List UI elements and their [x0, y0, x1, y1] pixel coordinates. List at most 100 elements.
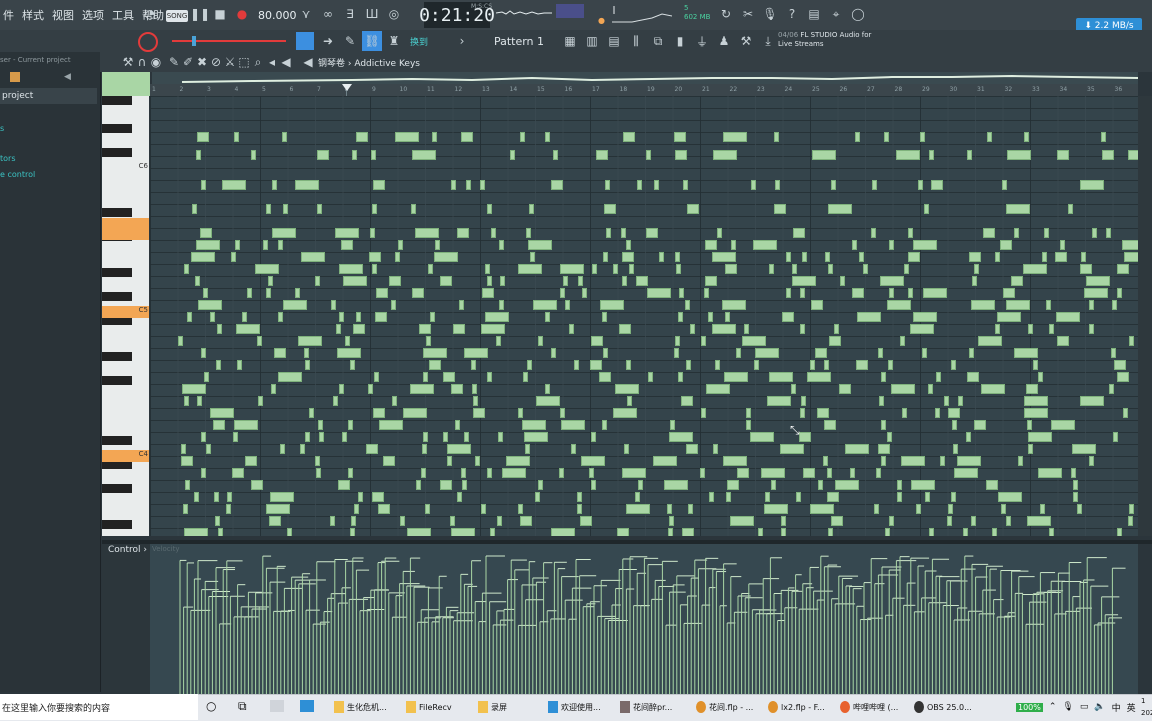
note-block[interactable]: [272, 180, 277, 190]
chat-icon[interactable]: ◯: [848, 4, 868, 24]
note-block[interactable]: [782, 312, 794, 322]
note-block[interactable]: [1089, 300, 1094, 310]
save-icon[interactable]: ▤: [804, 4, 824, 24]
note-block[interactable]: [330, 516, 335, 526]
taskbar-search-input[interactable]: 在这里输入你要搜索的内容: [0, 694, 198, 720]
note-block[interactable]: [793, 228, 805, 238]
note-block[interactable]: [234, 132, 239, 142]
note-block[interactable]: [888, 360, 893, 370]
note-block[interactable]: [581, 456, 605, 466]
note-block[interactable]: [358, 492, 363, 502]
note-block[interactable]: [510, 150, 515, 160]
note-block[interactable]: [1002, 180, 1007, 190]
step-edit-icon[interactable]: ∃: [340, 4, 360, 24]
note-block[interactable]: [604, 204, 616, 214]
note-block[interactable]: [874, 504, 879, 514]
note-block[interactable]: [348, 420, 353, 430]
note-block[interactable]: [216, 360, 221, 370]
note-block[interactable]: [335, 228, 359, 238]
note-block[interactable]: [771, 480, 776, 490]
note-block[interactable]: [969, 252, 981, 262]
note-block[interactable]: [828, 528, 833, 536]
note-block[interactable]: [383, 456, 395, 466]
note-block[interactable]: [744, 324, 749, 334]
note-block[interactable]: [953, 444, 958, 454]
note-block[interactable]: [214, 492, 219, 502]
note-block[interactable]: [700, 468, 705, 478]
note-block[interactable]: [338, 480, 350, 490]
note-block[interactable]: [375, 312, 387, 322]
note-block[interactable]: [638, 480, 643, 490]
note-block[interactable]: [545, 384, 550, 394]
note-block[interactable]: [706, 384, 730, 394]
note-block[interactable]: [527, 360, 532, 370]
note-block[interactable]: [839, 384, 851, 394]
note-block[interactable]: [487, 468, 492, 478]
playlist-view-icon[interactable]: [296, 32, 314, 50]
note-block[interactable]: [685, 300, 690, 310]
note-block[interactable]: [222, 180, 246, 190]
plugin-picker-icon[interactable]: ▮: [670, 31, 690, 51]
link-icon[interactable]: ⛓: [362, 31, 382, 51]
note-block[interactable]: [929, 528, 934, 536]
note-block[interactable]: [736, 348, 741, 358]
note-block[interactable]: [1080, 264, 1092, 274]
note-block[interactable]: [807, 372, 831, 382]
note-block[interactable]: [948, 408, 960, 418]
snap-selector[interactable]: 换到: [410, 35, 428, 48]
app-icon[interactable]: [270, 700, 284, 712]
note-block[interactable]: [274, 348, 286, 358]
note-block[interactable]: [529, 204, 534, 214]
note-block[interactable]: [203, 288, 208, 298]
note-block[interactable]: [350, 528, 355, 536]
black-key[interactable]: [102, 148, 132, 157]
note-block[interactable]: [298, 336, 322, 346]
note-block[interactable]: [398, 240, 403, 250]
note-block[interactable]: [897, 480, 902, 490]
menu-options[interactable]: 选项: [81, 7, 105, 23]
note-block[interactable]: [305, 432, 310, 442]
channel-rack-icon[interactable]: ▤: [604, 31, 624, 51]
note-block[interactable]: [451, 180, 456, 190]
note-block[interactable]: [753, 240, 777, 250]
note-block[interactable]: [204, 372, 209, 382]
note-block[interactable]: [1057, 336, 1069, 346]
help-icon[interactable]: ?: [782, 4, 802, 24]
slider-handle[interactable]: [192, 36, 196, 46]
note-block[interactable]: [889, 288, 894, 298]
note-block[interactable]: [613, 264, 618, 274]
note-block[interactable]: [1101, 132, 1106, 142]
note-block[interactable]: [560, 288, 565, 298]
note-block[interactable]: [356, 132, 368, 142]
time-ruler[interactable]: 1234567891011121314151617181920212223242…: [150, 84, 1138, 96]
note-block[interactable]: [1081, 252, 1086, 262]
note-block[interactable]: [1077, 504, 1082, 514]
note-block[interactable]: [613, 408, 637, 418]
note-block[interactable]: [1092, 228, 1097, 238]
note-block[interactable]: [876, 468, 881, 478]
note-block[interactable]: [1124, 252, 1138, 262]
note-block[interactable]: [487, 204, 492, 214]
note-block[interactable]: [571, 444, 576, 454]
note-block[interactable]: [210, 408, 234, 418]
note-block[interactable]: [1117, 372, 1129, 382]
note-block[interactable]: [278, 372, 302, 382]
note-block[interactable]: [727, 480, 739, 490]
note-block[interactable]: [379, 420, 403, 430]
note-block[interactable]: [621, 228, 626, 238]
note-block[interactable]: [481, 504, 486, 514]
note-block[interactable]: [834, 324, 839, 334]
note-block[interactable]: [366, 444, 378, 454]
note-block[interactable]: [1018, 456, 1023, 466]
note-block[interactable]: [464, 348, 488, 358]
note-block[interactable]: [577, 504, 582, 514]
velocity-lane[interactable]: [150, 544, 1138, 694]
note-block[interactable]: [356, 312, 361, 322]
note-block[interactable]: [708, 312, 713, 322]
note-block[interactable]: [654, 180, 659, 190]
note-block[interactable]: [947, 516, 952, 526]
note-block[interactable]: [722, 300, 746, 310]
playhead-marker[interactable]: [342, 84, 352, 91]
note-block[interactable]: [339, 312, 344, 322]
note-block[interactable]: [591, 432, 596, 442]
